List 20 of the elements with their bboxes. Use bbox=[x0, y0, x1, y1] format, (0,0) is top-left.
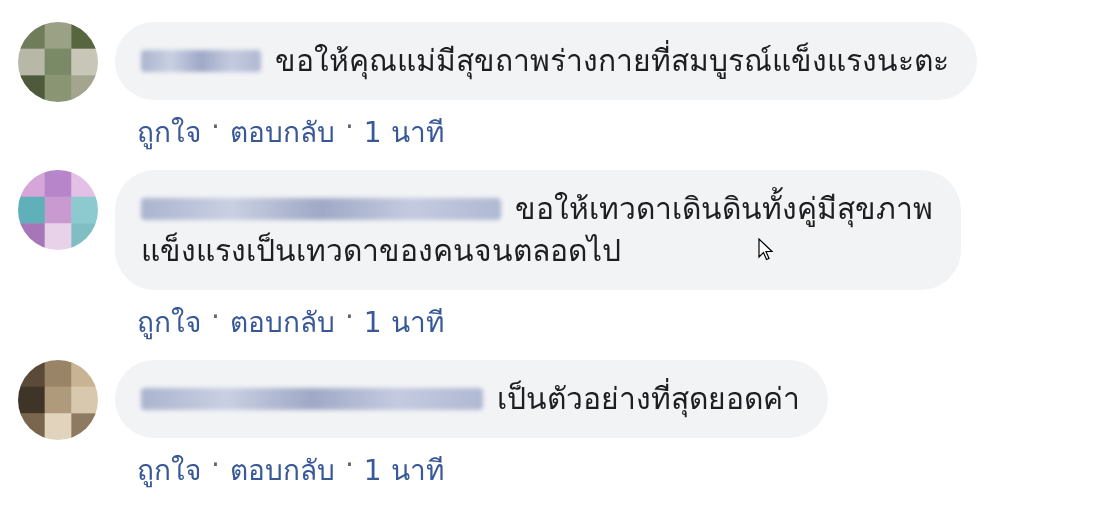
comment-text-line: เป็นตัวอย่างที่สุดยอดค่า bbox=[497, 378, 800, 420]
action-link[interactable]: ถูกใจ bbox=[137, 448, 201, 492]
action-link[interactable]: ตอบกลับ bbox=[229, 448, 335, 492]
action-link[interactable]: 1 นาที bbox=[363, 300, 444, 344]
separator-dot: · bbox=[211, 300, 220, 335]
separator-dot: · bbox=[211, 110, 220, 145]
action-link[interactable]: ถูกใจ bbox=[137, 300, 201, 344]
action-link[interactable]: 1 นาที bbox=[363, 110, 444, 154]
comment-text-line: แข็งแรงเป็นเทวดาของคนจนตลอดไป bbox=[141, 231, 621, 270]
separator-dot: · bbox=[344, 300, 354, 335]
action-link[interactable]: 1 นาที bbox=[363, 448, 444, 492]
action-link[interactable]: ตอบกลับ bbox=[229, 110, 335, 154]
action-link[interactable]: ถูกใจ bbox=[137, 110, 201, 154]
mouse-pointer-icon bbox=[758, 238, 774, 262]
comment-text-line: ขอให้คุณแม่มีสุขถาพร่างกายที่สมบูรณ์แข็งแรงนะตะ bbox=[275, 40, 949, 82]
separator-dot: · bbox=[211, 448, 220, 483]
comment-text-line: ขอให้เทวดาเดินดินทั้งคู่มีสุขภาพ bbox=[515, 188, 933, 230]
separator-dot: · bbox=[344, 448, 354, 483]
action-link[interactable]: ตอบกลับ bbox=[229, 300, 335, 344]
separator-dot: · bbox=[344, 110, 354, 145]
